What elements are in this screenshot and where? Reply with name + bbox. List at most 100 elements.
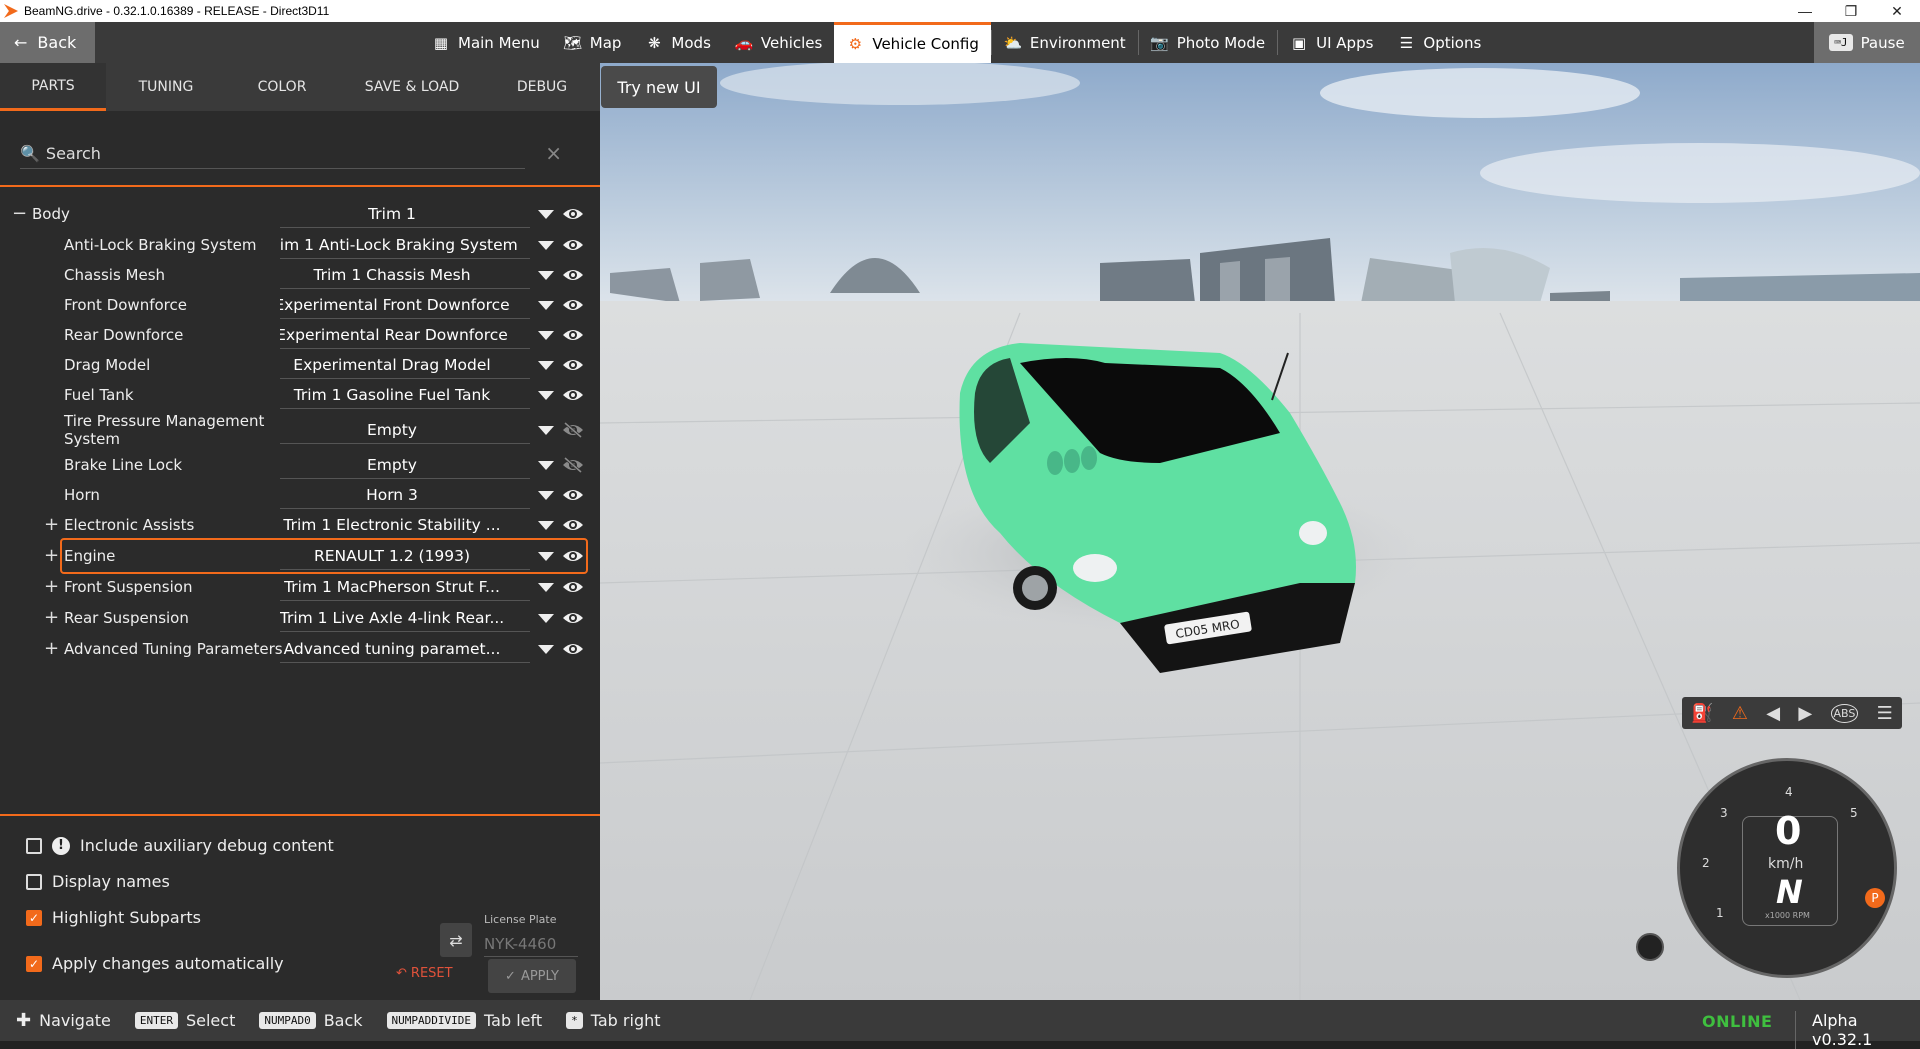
collapse-icon[interactable]: − xyxy=(12,205,27,223)
part-row-drag-model[interactable]: Drag Model Experimental Drag Model xyxy=(0,350,600,380)
part-row-horn[interactable]: Horn Horn 3 xyxy=(0,480,600,510)
eye-icon[interactable] xyxy=(562,267,584,283)
tab-parts[interactable]: PARTS xyxy=(0,63,106,111)
part-select[interactable]: Trim 1 xyxy=(280,200,530,228)
part-name: Electronic Assists xyxy=(64,516,195,534)
menu-item-ui-apps[interactable]: ▣ UI Apps xyxy=(1278,22,1385,63)
close-icon[interactable]: ✕ xyxy=(1874,0,1920,22)
menu-item-map[interactable]: 🗺 Map xyxy=(552,22,634,63)
dropdown-caret-icon[interactable] xyxy=(538,360,554,370)
dropdown-caret-icon[interactable] xyxy=(538,460,554,470)
try-new-ui-button[interactable]: Try new UI xyxy=(601,66,717,108)
dropdown-caret-icon[interactable] xyxy=(538,490,554,500)
part-select[interactable]: Trim 1 Electronic Stability ... xyxy=(280,511,530,539)
display-names-checkbox[interactable] xyxy=(26,873,42,890)
dropdown-caret-icon[interactable] xyxy=(538,209,554,219)
part-select[interactable]: Empty xyxy=(280,416,530,444)
part-select[interactable]: Trim 1 MacPherson Strut F... xyxy=(280,573,530,601)
eye-icon[interactable] xyxy=(562,487,584,503)
part-select[interactable]: Advanced tuning paramet... xyxy=(280,635,530,663)
display-names-option[interactable]: Display names xyxy=(26,872,170,891)
part-select[interactable]: Trim 1 Anti-Lock Braking System xyxy=(280,231,530,259)
expand-icon[interactable]: + xyxy=(44,547,59,565)
part-row-anti-lock-braking-system[interactable]: Anti-Lock Braking System Trim 1 Anti-Lock… xyxy=(0,230,600,260)
part-select[interactable]: Trim 1 Live Axle 4-link Rear... xyxy=(280,604,530,632)
tab-debug[interactable]: DEBUG xyxy=(486,63,598,111)
menu-item-mods[interactable]: ❋ Mods xyxy=(633,22,722,63)
apply-auto-checkbox[interactable]: ✓ xyxy=(26,955,42,972)
engine-start-icon[interactable] xyxy=(1636,933,1664,961)
eye-icon[interactable] xyxy=(562,610,584,626)
eye-icon[interactable] xyxy=(562,641,584,657)
part-select[interactable]: Trim 1 Chassis Mesh xyxy=(280,261,530,289)
part-row-rear-suspension[interactable]: + Rear Suspension Trim 1 Live Axle 4-link … xyxy=(0,603,600,633)
apply-button[interactable]: ✓ APPLY xyxy=(488,959,576,993)
reset-button[interactable]: ↶ RESET xyxy=(396,966,453,981)
3d-viewport[interactable]: CD05 MRO 0 km/h N x1000 RPM 1 2 3 4 5 P … xyxy=(600,63,1920,1000)
tab-color[interactable]: COLOR xyxy=(226,63,338,111)
eye-icon[interactable] xyxy=(562,237,584,253)
part-row-chassis-mesh[interactable]: Chassis Mesh Trim 1 Chassis Mesh xyxy=(0,260,600,290)
part-select[interactable]: Empty xyxy=(280,451,530,479)
eye-icon[interactable] xyxy=(562,387,584,403)
aux-debug-checkbox[interactable] xyxy=(26,837,42,854)
pause-button[interactable]: ⌨J Pause xyxy=(1814,22,1920,63)
eye-icon[interactable] xyxy=(562,357,584,373)
highlight-subparts-checkbox[interactable]: ✓ xyxy=(26,909,42,926)
part-row-body[interactable]: − Body Trim 1 xyxy=(0,199,600,229)
part-select[interactable]: Experimental Drag Model xyxy=(280,351,530,379)
aux-debug-option[interactable]: ! Include auxiliary debug content xyxy=(26,836,334,855)
restore-icon[interactable]: ❐ xyxy=(1828,0,1874,22)
highlight-subparts-option[interactable]: ✓ Highlight Subparts xyxy=(26,908,201,927)
part-row-front-suspension[interactable]: + Front Suspension Trim 1 MacPherson Strut… xyxy=(0,572,600,602)
menu-item-vehicles[interactable]: 🚗 Vehicles xyxy=(723,22,834,63)
menu-item-main-menu[interactable]: ▦ Main Menu xyxy=(420,22,552,63)
eye-off-icon[interactable] xyxy=(562,457,584,473)
dropdown-caret-icon[interactable] xyxy=(538,330,554,340)
expand-icon[interactable]: + xyxy=(44,640,59,658)
license-plate-input[interactable]: NYK-4460 xyxy=(484,931,578,957)
apply-auto-option[interactable]: ✓ Apply changes automatically xyxy=(26,954,284,973)
dropdown-caret-icon[interactable] xyxy=(538,425,554,435)
part-row-rear-downforce[interactable]: Rear Downforce Experimental Rear Downforc… xyxy=(0,320,600,350)
randomize-plate-button[interactable]: ⇄ xyxy=(440,923,472,957)
dropdown-caret-icon[interactable] xyxy=(538,390,554,400)
expand-icon[interactable]: + xyxy=(44,516,59,534)
part-select[interactable]: Experimental Front Downforce xyxy=(280,291,530,319)
eye-icon[interactable] xyxy=(562,517,584,533)
minimize-icon[interactable]: — xyxy=(1782,0,1828,22)
dropdown-caret-icon[interactable] xyxy=(538,300,554,310)
tab-tuning[interactable]: TUNING xyxy=(106,63,226,111)
menu-item-options[interactable]: ☰ Options xyxy=(1385,22,1493,63)
search-input[interactable]: 🔍 Search xyxy=(20,139,525,169)
dropdown-caret-icon[interactable] xyxy=(538,613,554,623)
expand-icon[interactable]: + xyxy=(44,578,59,596)
tab-save-load[interactable]: SAVE & LOAD xyxy=(338,63,486,111)
eye-icon[interactable] xyxy=(562,206,584,222)
dropdown-caret-icon[interactable] xyxy=(538,520,554,530)
part-row-brake-line-lock[interactable]: Brake Line Lock Empty xyxy=(0,450,600,480)
part-row-fuel-tank[interactable]: Fuel Tank Trim 1 Gasoline Fuel Tank xyxy=(0,380,600,410)
clear-search-icon[interactable]: × xyxy=(545,141,562,165)
menu-item-vehicle-config[interactable]: ⚙ Vehicle Config xyxy=(834,22,991,63)
back-button[interactable]: ← Back xyxy=(0,22,95,63)
dropdown-caret-icon[interactable] xyxy=(538,644,554,654)
dropdown-caret-icon[interactable] xyxy=(538,240,554,250)
part-row-front-downforce[interactable]: Front Downforce Experimental Front Downfo… xyxy=(0,290,600,320)
menu-item-environment[interactable]: ⛅ Environment xyxy=(992,22,1138,63)
options-section: ! Include auxiliary debug content Displa… xyxy=(0,814,600,1000)
eye-icon[interactable] xyxy=(562,579,584,595)
menu-item-photo-mode[interactable]: 📷 Photo Mode xyxy=(1139,22,1277,63)
part-row-advanced-tuning-parameters[interactable]: + Advanced Tuning Parameters Advanced tuni… xyxy=(0,634,600,664)
part-select[interactable]: Trim 1 Gasoline Fuel Tank xyxy=(280,381,530,409)
eye-icon[interactable] xyxy=(562,297,584,313)
part-select[interactable]: Experimental Rear Downforce xyxy=(280,321,530,349)
part-row-tire-pressure-management-system[interactable]: Tire Pressure Management System Empty xyxy=(0,412,600,448)
eye-off-icon[interactable] xyxy=(562,422,584,438)
dropdown-caret-icon[interactable] xyxy=(538,582,554,592)
dropdown-caret-icon[interactable] xyxy=(538,270,554,280)
part-row-electronic-assists[interactable]: + Electronic Assists Trim 1 Electronic Sta… xyxy=(0,510,600,540)
expand-icon[interactable]: + xyxy=(44,609,59,627)
part-select[interactable]: Horn 3 xyxy=(280,481,530,509)
eye-icon[interactable] xyxy=(562,327,584,343)
